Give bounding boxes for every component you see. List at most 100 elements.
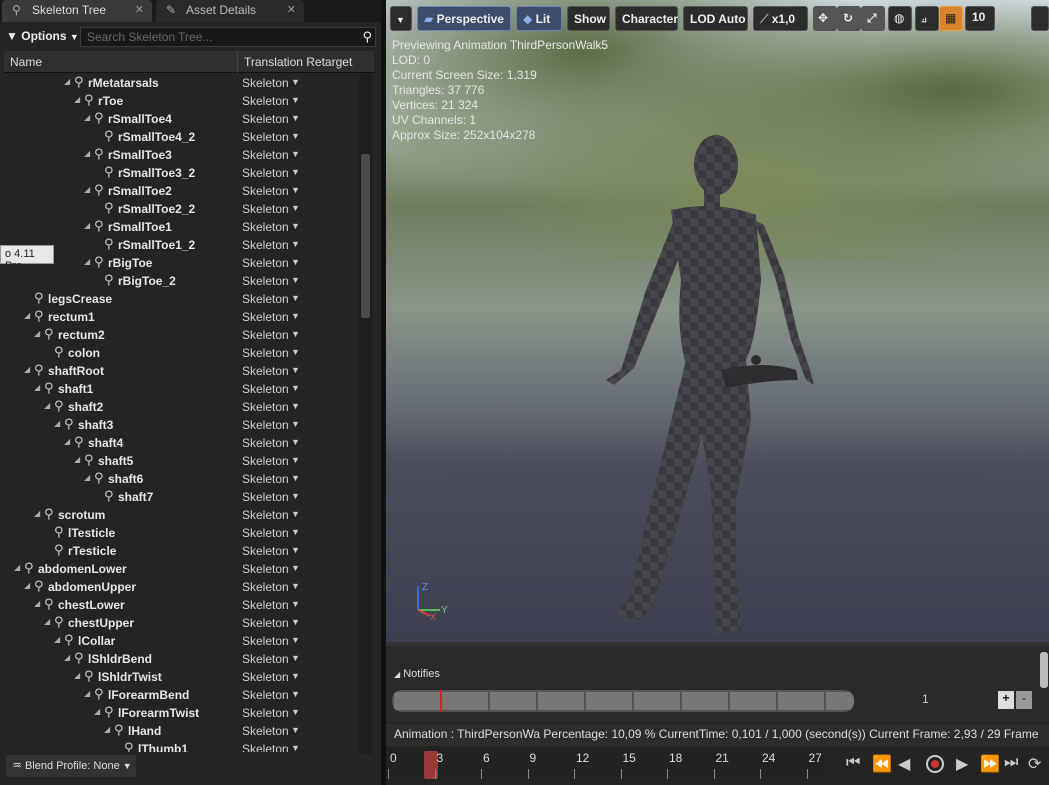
play-reverse-icon[interactable]: ◀: [898, 754, 910, 774]
bone-row[interactable]: ◢ ⚲ scrotum Skeleton ▼: [4, 506, 358, 524]
bone-row[interactable]: ⚲ rTesticle Skeleton ▼: [4, 542, 358, 560]
tab-asset-details[interactable]: ✎ Asset Details ✕: [156, 0, 304, 22]
tree-scrollbar[interactable]: [359, 74, 372, 754]
retarget-mode-dropdown[interactable]: Skeleton: [242, 724, 289, 738]
expand-toggle-icon[interactable]: ◢: [84, 473, 90, 482]
notify-cell[interactable]: [778, 692, 824, 710]
bone-row[interactable]: ◢ ⚲ chestUpper Skeleton ▼: [4, 614, 358, 632]
retarget-mode-dropdown[interactable]: Skeleton: [242, 292, 289, 306]
retarget-mode-dropdown[interactable]: Skeleton: [242, 616, 289, 630]
bone-row[interactable]: ◢ ⚲ rSmallToe4 Skeleton ▼: [4, 110, 358, 128]
retarget-mode-dropdown[interactable]: Skeleton: [242, 184, 289, 198]
notify-cell[interactable]: [538, 692, 584, 710]
retarget-mode-dropdown[interactable]: Skeleton: [242, 256, 289, 270]
playback-speed-button[interactable]: ⟋ x1,0: [753, 6, 808, 31]
retarget-mode-dropdown[interactable]: Skeleton: [242, 202, 289, 216]
bone-row[interactable]: ⚲ rSmallToe3_2 Skeleton ▼: [4, 164, 358, 182]
notify-cell[interactable]: [586, 692, 632, 710]
expand-toggle-icon[interactable]: ◢: [64, 437, 70, 446]
bone-row[interactable]: ◢ ⚲ shaft6 Skeleton ▼: [4, 470, 358, 488]
notify-cell[interactable]: [490, 692, 536, 710]
retarget-mode-dropdown[interactable]: Skeleton: [242, 112, 289, 126]
notify-cell[interactable]: [634, 692, 680, 710]
retarget-mode-dropdown[interactable]: Skeleton: [242, 670, 289, 684]
viewport-options-button[interactable]: ▼: [390, 6, 412, 31]
bone-row[interactable]: ◢ ⚲ shaft1 Skeleton ▼: [4, 380, 358, 398]
step-forward-icon[interactable]: ⏩: [980, 754, 1000, 774]
expand-toggle-icon[interactable]: ◢: [54, 635, 60, 644]
bone-row[interactable]: ◢ ⚲ lForearmTwist Skeleton ▼: [4, 704, 358, 722]
retarget-mode-dropdown[interactable]: Skeleton: [242, 148, 289, 162]
expand-toggle-icon[interactable]: ◢: [44, 401, 50, 410]
column-translation-retarget[interactable]: Translation Retarget: [244, 55, 374, 69]
viewport[interactable]: ▼ ▰ Perspective ◆ Lit Show Character LOD…: [386, 0, 1049, 642]
bone-row[interactable]: ◢ ⚲ rSmallToe1 Skeleton ▼: [4, 218, 358, 236]
expand-toggle-icon[interactable]: ◢: [84, 185, 90, 194]
grid-snap-button[interactable]: ▦: [939, 6, 963, 31]
bone-row[interactable]: ◢ ⚲ shaft4 Skeleton ▼: [4, 434, 358, 452]
bone-row[interactable]: ◢ ⚲ rSmallToe3 Skeleton ▼: [4, 146, 358, 164]
show-button[interactable]: Show: [567, 6, 610, 31]
expand-toggle-icon[interactable]: ◢: [24, 365, 30, 374]
retarget-mode-dropdown[interactable]: Skeleton: [242, 274, 289, 288]
expand-toggle-icon[interactable]: ◢: [84, 113, 90, 122]
world-local-button[interactable]: ◍: [888, 6, 912, 31]
expand-toggle-icon[interactable]: ◢: [84, 149, 90, 158]
bone-row[interactable]: ◢ ⚲ shaft5 Skeleton ▼: [4, 452, 358, 470]
bone-row[interactable]: ◢ ⚲ rectum2 Skeleton ▼: [4, 326, 358, 344]
bone-row[interactable]: ◢ ⚲ rToe Skeleton ▼: [4, 92, 358, 110]
expand-toggle-icon[interactable]: ◢: [34, 599, 40, 608]
lod-button[interactable]: LOD Auto: [683, 6, 748, 31]
retarget-mode-dropdown[interactable]: Skeleton: [242, 328, 289, 342]
retarget-mode-dropdown[interactable]: Skeleton: [242, 220, 289, 234]
retarget-mode-dropdown[interactable]: Skeleton: [242, 688, 289, 702]
surface-snap-button[interactable]: ⟓: [915, 6, 939, 31]
play-icon[interactable]: ▶: [956, 754, 968, 774]
retarget-mode-dropdown[interactable]: Skeleton: [242, 76, 289, 90]
retarget-mode-dropdown[interactable]: Skeleton: [242, 544, 289, 558]
skip-to-start-icon[interactable]: ⏮: [846, 754, 860, 772]
retarget-mode-dropdown[interactable]: Skeleton: [242, 382, 289, 396]
bone-row[interactable]: ⚲ rSmallToe1_2 Skeleton ▼: [4, 236, 358, 254]
step-back-icon[interactable]: ⏪: [872, 754, 892, 774]
retarget-mode-dropdown[interactable]: Skeleton: [242, 418, 289, 432]
expand-toggle-icon[interactable]: ◢: [34, 509, 40, 518]
bone-row[interactable]: ⚲ rSmallToe2_2 Skeleton ▼: [4, 200, 358, 218]
expand-toggle-icon[interactable]: ◢: [64, 77, 70, 86]
record-button[interactable]: [926, 755, 944, 773]
timeline-scrubber[interactable]: 0 3 6 9 12 15 18 21 24 27: [386, 747, 826, 781]
retarget-mode-dropdown[interactable]: Skeleton: [242, 706, 289, 720]
expand-toggle-icon[interactable]: ◢: [34, 383, 40, 392]
remove-track-button[interactable]: -: [1016, 691, 1032, 709]
perspective-button[interactable]: ▰ Perspective: [417, 6, 511, 31]
expand-toggle-icon[interactable]: ◢: [44, 617, 50, 626]
bone-row[interactable]: ◢ ⚲ lShldrBend Skeleton ▼: [4, 650, 358, 668]
bone-row[interactable]: ◢ ⚲ rBigToe Skeleton ▼: [4, 254, 358, 272]
loop-icon[interactable]: ⟳: [1028, 754, 1041, 774]
expand-toggle-icon[interactable]: ◢: [64, 653, 70, 662]
retarget-mode-dropdown[interactable]: Skeleton: [242, 346, 289, 360]
notify-cell[interactable]: [730, 692, 776, 710]
close-icon[interactable]: ✕: [287, 3, 296, 16]
bone-row[interactable]: ⚲ lTesticle Skeleton ▼: [4, 524, 358, 542]
bone-row[interactable]: ◢ ⚲ chestLower Skeleton ▼: [4, 596, 358, 614]
retarget-mode-dropdown[interactable]: Skeleton: [242, 94, 289, 108]
expand-toggle-icon[interactable]: ◢: [74, 455, 80, 464]
bone-row[interactable]: ◢ ⚲ rSmallToe2 Skeleton ▼: [4, 182, 358, 200]
bone-row[interactable]: ◢ ⚲ shaftRoot Skeleton ▼: [4, 362, 358, 380]
search-input[interactable]: Search Skeleton Tree... ⚲: [80, 27, 376, 47]
bone-row[interactable]: ◢ ⚲ shaft3 Skeleton ▼: [4, 416, 358, 434]
retarget-mode-dropdown[interactable]: Skeleton: [242, 364, 289, 378]
retarget-mode-dropdown[interactable]: Skeleton: [242, 634, 289, 648]
bone-row[interactable]: ◢ ⚲ lShldrTwist Skeleton ▼: [4, 668, 358, 686]
lit-button[interactable]: ◆ Lit: [516, 6, 562, 31]
translate-tool-button[interactable]: ✥: [813, 6, 837, 31]
retarget-mode-dropdown[interactable]: Skeleton: [242, 508, 289, 522]
retarget-mode-dropdown[interactable]: Skeleton: [242, 598, 289, 612]
bone-row[interactable]: ◢ ⚲ shaft2 Skeleton ▼: [4, 398, 358, 416]
expand-toggle-icon[interactable]: ◢: [74, 95, 80, 104]
tab-skeleton-tree[interactable]: ⚲ Skeleton Tree ✕: [2, 0, 152, 22]
retarget-mode-dropdown[interactable]: Skeleton: [242, 652, 289, 666]
retarget-mode-dropdown[interactable]: Skeleton: [242, 436, 289, 450]
column-separator[interactable]: [237, 51, 238, 73]
